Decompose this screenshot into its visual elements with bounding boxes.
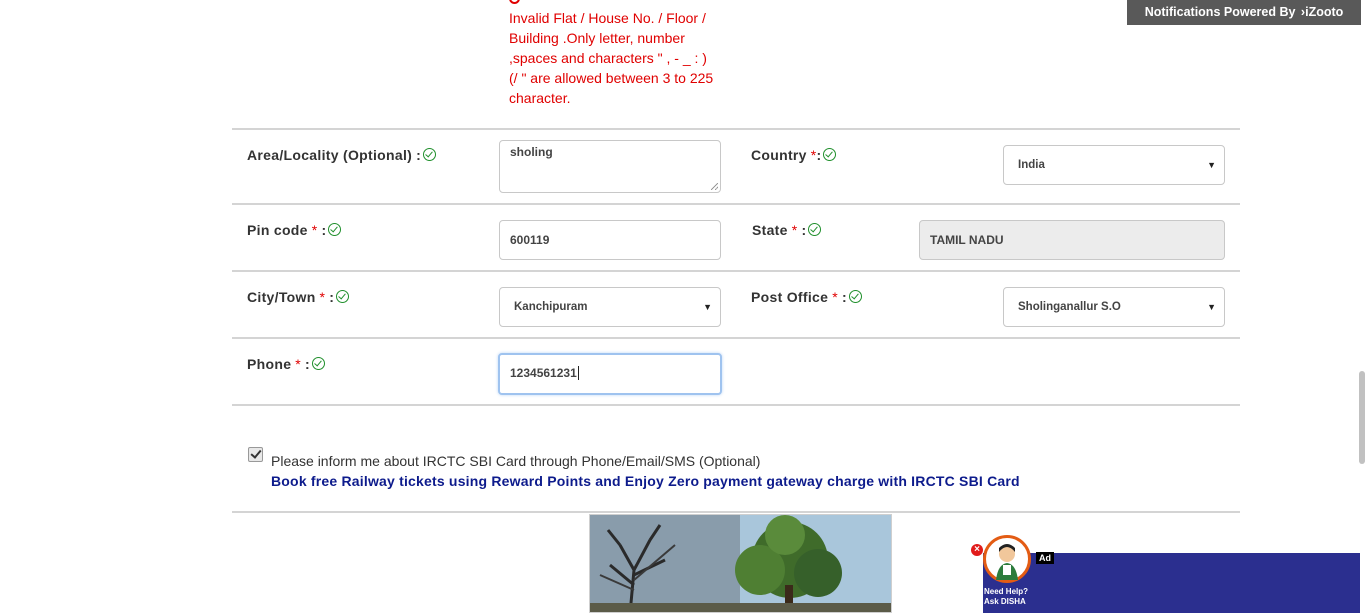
valid-check-icon bbox=[423, 148, 437, 161]
text-cursor bbox=[577, 365, 579, 380]
notification-brand: iZooto bbox=[1305, 5, 1344, 19]
close-icon[interactable]: × bbox=[971, 544, 983, 556]
dropdown-arrow-icon: ▼ bbox=[1207, 160, 1216, 170]
phone-input[interactable]: 1234561231 bbox=[498, 353, 722, 395]
valid-check-icon bbox=[808, 223, 822, 236]
post-office-label: Post Office *: bbox=[751, 289, 862, 305]
city-town-select[interactable]: Kanchipuram ▼ bbox=[499, 287, 721, 327]
disha-help-label[interactable]: Need Help? Ask DISHA bbox=[984, 587, 1028, 607]
sbi-card-consent-text: Please inform me about IRCTC SBI Card th… bbox=[271, 453, 761, 469]
row-divider bbox=[232, 511, 1240, 513]
error-icon bbox=[509, 0, 520, 4]
notification-text: Notifications Powered By bbox=[1144, 5, 1296, 19]
city-town-label: City/Town *: bbox=[247, 289, 350, 305]
post-office-select[interactable]: Sholinganallur S.O ▼ bbox=[1003, 287, 1225, 327]
sbi-card-promo-link[interactable]: Book free Railway tickets using Reward P… bbox=[271, 473, 1020, 489]
row-divider bbox=[232, 128, 1240, 130]
flat-house-error-message: Invalid Flat / House No. / Floor / Build… bbox=[509, 10, 714, 106]
country-select[interactable]: India ▼ bbox=[1003, 145, 1225, 185]
state-input: TAMIL NADU bbox=[919, 220, 1225, 260]
area-locality-label: Area/Locality (Optional): bbox=[247, 147, 437, 163]
valid-check-icon bbox=[328, 223, 342, 236]
valid-check-icon bbox=[848, 290, 862, 303]
area-locality-textarea[interactable]: sholing bbox=[499, 140, 721, 193]
valid-check-icon bbox=[823, 148, 837, 161]
valid-check-icon bbox=[312, 357, 325, 370]
row-divider bbox=[232, 270, 1240, 272]
row-divider bbox=[232, 404, 1240, 406]
pincode-input[interactable]: 600119 bbox=[499, 220, 721, 260]
country-label: Country *: bbox=[751, 147, 837, 163]
valid-check-icon bbox=[336, 290, 350, 303]
row-divider bbox=[232, 337, 1240, 339]
dropdown-arrow-icon: ▼ bbox=[703, 302, 712, 312]
pincode-label: Pin code *: bbox=[247, 222, 342, 238]
page-scrollbar-thumb[interactable] bbox=[1359, 371, 1365, 464]
phone-label: Phone *: bbox=[247, 356, 325, 372]
disha-character-icon bbox=[996, 544, 1018, 580]
sbi-card-consent-checkbox[interactable] bbox=[248, 447, 263, 462]
disha-avatar[interactable] bbox=[983, 535, 1031, 583]
ad-badge: Ad bbox=[1036, 552, 1054, 564]
tree-scene-illustration bbox=[590, 515, 891, 612]
advertisement-image[interactable] bbox=[589, 514, 892, 613]
row-divider bbox=[232, 203, 1240, 205]
dropdown-arrow-icon: ▼ bbox=[1207, 302, 1216, 312]
notification-banner[interactable]: Notifications Powered By ›iZooto bbox=[1127, 0, 1361, 25]
state-label: State *: bbox=[752, 222, 822, 238]
resize-handle-icon[interactable] bbox=[711, 183, 718, 190]
